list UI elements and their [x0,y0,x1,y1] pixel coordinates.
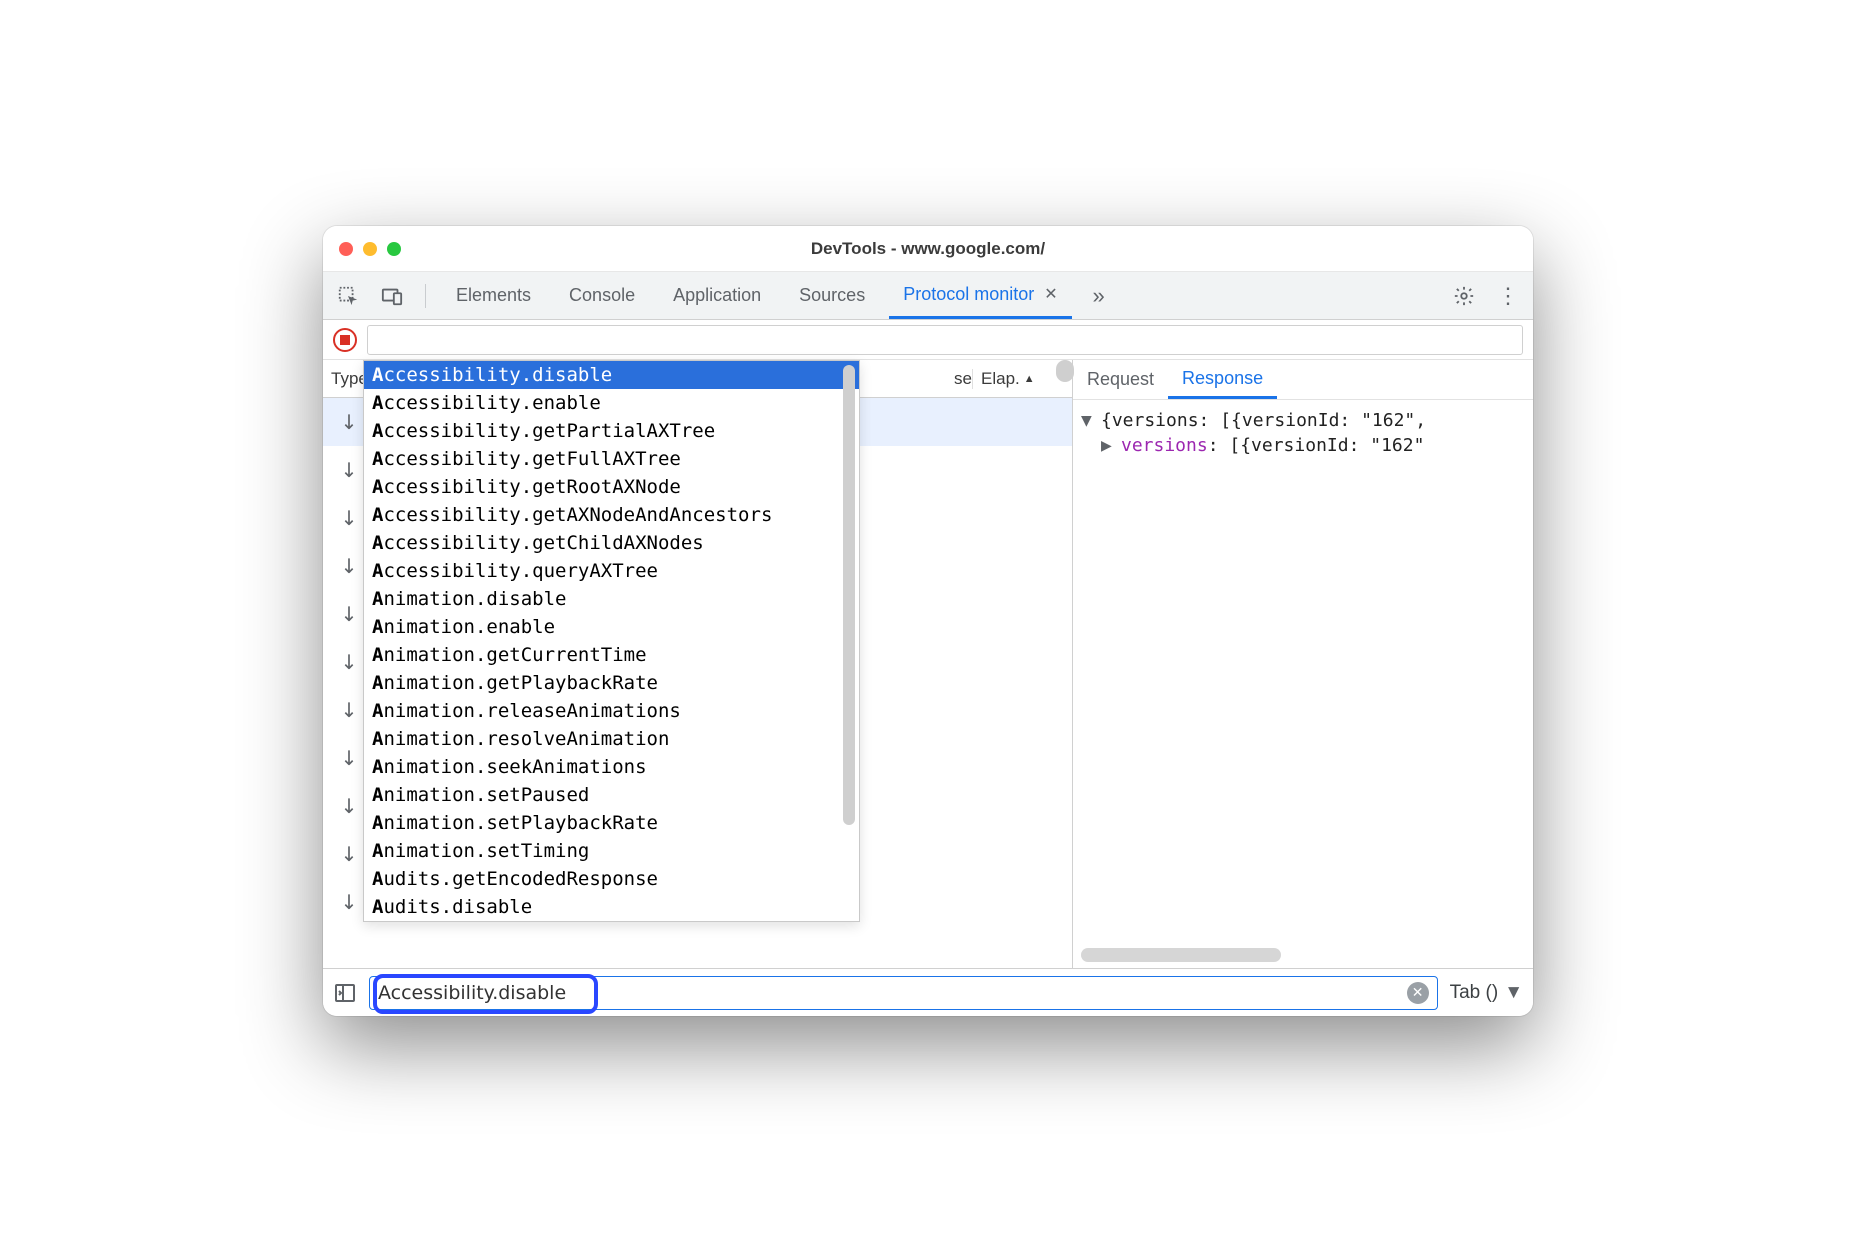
autocomplete-item[interactable]: Animation.setTiming [364,837,859,865]
details-pane: Request Response ▼ {versions: [{versionI… [1073,360,1533,968]
command-input[interactable] [378,982,1407,1004]
tab-console[interactable]: Console [555,272,649,319]
tab-response[interactable]: Response [1168,360,1277,399]
more-tabs-icon[interactable]: » [1082,279,1116,313]
autocomplete-item[interactable]: Accessibility.getFullAXTree [364,445,859,473]
disclosure-triangle-icon[interactable]: ▼ [1081,413,1095,429]
maximize-button[interactable] [387,242,401,256]
tab-application[interactable]: Application [659,272,775,319]
autocomplete-item[interactable]: Audits.disable [364,893,859,921]
tab-sources[interactable]: Sources [785,272,879,319]
filter-input[interactable] [367,325,1523,355]
autocomplete-item[interactable]: Accessibility.enable [364,389,859,417]
chevron-down-icon: ▼ [1504,982,1523,1004]
traffic-lights [339,242,401,256]
record-button[interactable] [333,328,357,352]
device-toggle-icon[interactable] [375,279,409,313]
scrollbar-thumb[interactable] [1081,948,1281,962]
response-body: ▼ {versions: [{versionId: "162", ▶ versi… [1073,400,1533,968]
autocomplete-item[interactable]: Animation.setPaused [364,781,859,809]
autocomplete-item[interactable]: Accessibility.getPartialAXTree [364,417,859,445]
disclosure-triangle-icon[interactable]: ▶ [1101,438,1115,454]
tree-row[interactable]: ▼ {versions: [{versionId: "162", [1081,410,1525,431]
titlebar: DevTools - www.google.com/ [323,226,1533,272]
tree-row[interactable]: ▶ versions: [{versionId: "162" [1081,435,1525,456]
messages-pane: Type se Elap. ▲ ions":[…estId":…estId":…… [323,360,1073,968]
close-icon[interactable]: ✕ [1044,284,1057,304]
divider [425,284,426,308]
details-tabs: Request Response [1073,360,1533,400]
tab-strip: Elements Console Application Sources Pro… [323,272,1533,320]
close-button[interactable] [339,242,353,256]
tab-hint[interactable]: Tab () ▼ [1450,982,1523,1004]
autocomplete-item[interactable]: Animation.setPlaybackRate [364,809,859,837]
autocomplete-item[interactable]: Accessibility.queryAXTree [364,557,859,585]
command-input-wrap: ✕ [369,976,1438,1010]
minimize-button[interactable] [363,242,377,256]
autocomplete-item[interactable]: Animation.getPlaybackRate [364,669,859,697]
filter-bar [323,320,1533,360]
inspect-icon[interactable] [331,279,365,313]
tab-protocol-monitor[interactable]: Protocol monitor ✕ [889,272,1071,319]
main-area: Type se Elap. ▲ ions":[…estId":…estId":…… [323,360,1533,968]
clear-icon[interactable]: ✕ [1407,982,1429,1004]
autocomplete-item[interactable]: Accessibility.getAXNodeAndAncestors [364,501,859,529]
autocomplete-item[interactable]: Animation.seekAnimations [364,753,859,781]
tab-request[interactable]: Request [1073,360,1168,399]
kebab-icon[interactable]: ⋮ [1491,279,1525,313]
devtools-window: DevTools - www.google.com/ Elements Cons… [323,226,1533,1016]
autocomplete-item[interactable]: Animation.resolveAnimation [364,725,859,753]
autocomplete-item[interactable]: Accessibility.disable [364,361,859,389]
autocomplete-item[interactable]: Animation.disable [364,585,859,613]
gear-icon[interactable] [1447,279,1481,313]
autocomplete-item[interactable]: Animation.enable [364,613,859,641]
tab-elements[interactable]: Elements [442,272,545,319]
scrollbar-thumb[interactable] [1056,360,1074,382]
autocomplete-item[interactable]: Accessibility.getRootAXNode [364,473,859,501]
autocomplete-item[interactable]: Animation.getCurrentTime [364,641,859,669]
autocomplete-popup: Accessibility.disableAccessibility.enabl… [363,360,860,922]
sort-icon: ▲ [1024,373,1035,385]
page-title: DevTools - www.google.com/ [323,239,1533,259]
autocomplete-item[interactable]: Audits.getEncodedResponse [364,865,859,893]
autocomplete-item[interactable]: Animation.releaseAnimations [364,697,859,725]
autocomplete-item[interactable]: Accessibility.getChildAXNodes [364,529,859,557]
command-bar: ✕ Tab () ▼ [323,968,1533,1016]
drawer-toggle-icon[interactable] [333,981,357,1005]
scrollbar-thumb[interactable] [843,365,855,825]
